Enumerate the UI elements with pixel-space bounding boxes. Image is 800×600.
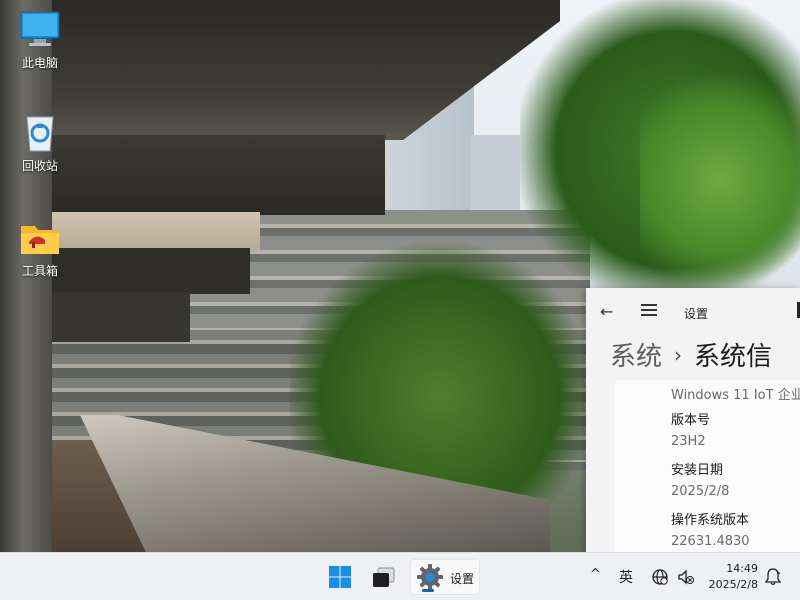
wallpaper-tree (640, 60, 800, 300)
recycle-bin-icon (26, 116, 54, 152)
breadcrumb-parent[interactable]: 系统 (610, 342, 662, 372)
show-hidden-icons-chevron[interactable]: ^ (590, 567, 601, 582)
clock-time: 14:49 (726, 562, 758, 575)
os-build-label: 操作系统版本 (671, 513, 750, 528)
breadcrumb: 系统 › 系统信 (610, 336, 772, 373)
task-view-button[interactable] (366, 559, 402, 595)
breadcrumb-current: 系统信 (694, 342, 773, 372)
wallpaper-beam (40, 292, 190, 342)
taskbar-app-settings[interactable]: 设置 (410, 559, 480, 595)
speaker-muted-icon[interactable] (677, 568, 695, 586)
task-view-icon (373, 567, 395, 587)
desktop-icon-toolbox[interactable]: 工具箱 (5, 218, 75, 279)
install-date-label: 安装日期 (671, 463, 724, 478)
desktop-icon-label: 此电脑 (21, 56, 58, 70)
taskbar: 设置 ^ 英 14:49 2025/2/8 (0, 552, 800, 600)
os-build-value: 22631.4830 (671, 534, 750, 549)
windows-start-icon (329, 566, 351, 588)
back-arrow-icon[interactable]: ← (600, 302, 613, 321)
clock-date: 2025/2/8 (708, 578, 758, 591)
taskbar-app-label: 设置 (450, 572, 475, 586)
computer-icon (20, 11, 60, 46)
system-clock[interactable]: 14:49 2025/2/8 (700, 561, 758, 593)
start-button[interactable] (322, 559, 358, 595)
desktop: 此电脑 回收站 工具箱 ← 设置 系统 › 系统信 Windows 11 IoT… (0, 0, 800, 552)
notification-bell-icon[interactable] (764, 567, 782, 587)
hamburger-menu-icon[interactable] (641, 304, 657, 316)
desktop-icon-label: 回收站 (21, 159, 58, 173)
chevron-right-icon: › (674, 343, 683, 367)
edition-value: Windows 11 IoT 企业版 (671, 388, 800, 403)
version-label: 版本号 (671, 413, 711, 428)
desktop-icon-this-pc[interactable]: 此电脑 (5, 10, 75, 71)
wallpaper-beam (40, 135, 385, 215)
settings-window[interactable]: ← 设置 系统›系统信 Windows 11 IoT 企业版 版本号 23H2 … (586, 288, 800, 552)
input-method-indicator[interactable]: 英 (619, 567, 633, 587)
folder-icon (21, 226, 59, 254)
window-titlebar[interactable]: ← 设置 (586, 288, 800, 334)
globe-icon[interactable] (651, 568, 669, 586)
install-date-value: 2025/2/8 (671, 484, 730, 499)
desktop-icon-label: 工具箱 (21, 264, 58, 278)
active-app-indicator (422, 589, 434, 592)
version-value: 23H2 (671, 434, 706, 449)
desktop-icon-recycle-bin[interactable]: 回收站 (5, 113, 75, 174)
window-title: 设置 (684, 307, 709, 321)
gear-icon (417, 564, 443, 590)
